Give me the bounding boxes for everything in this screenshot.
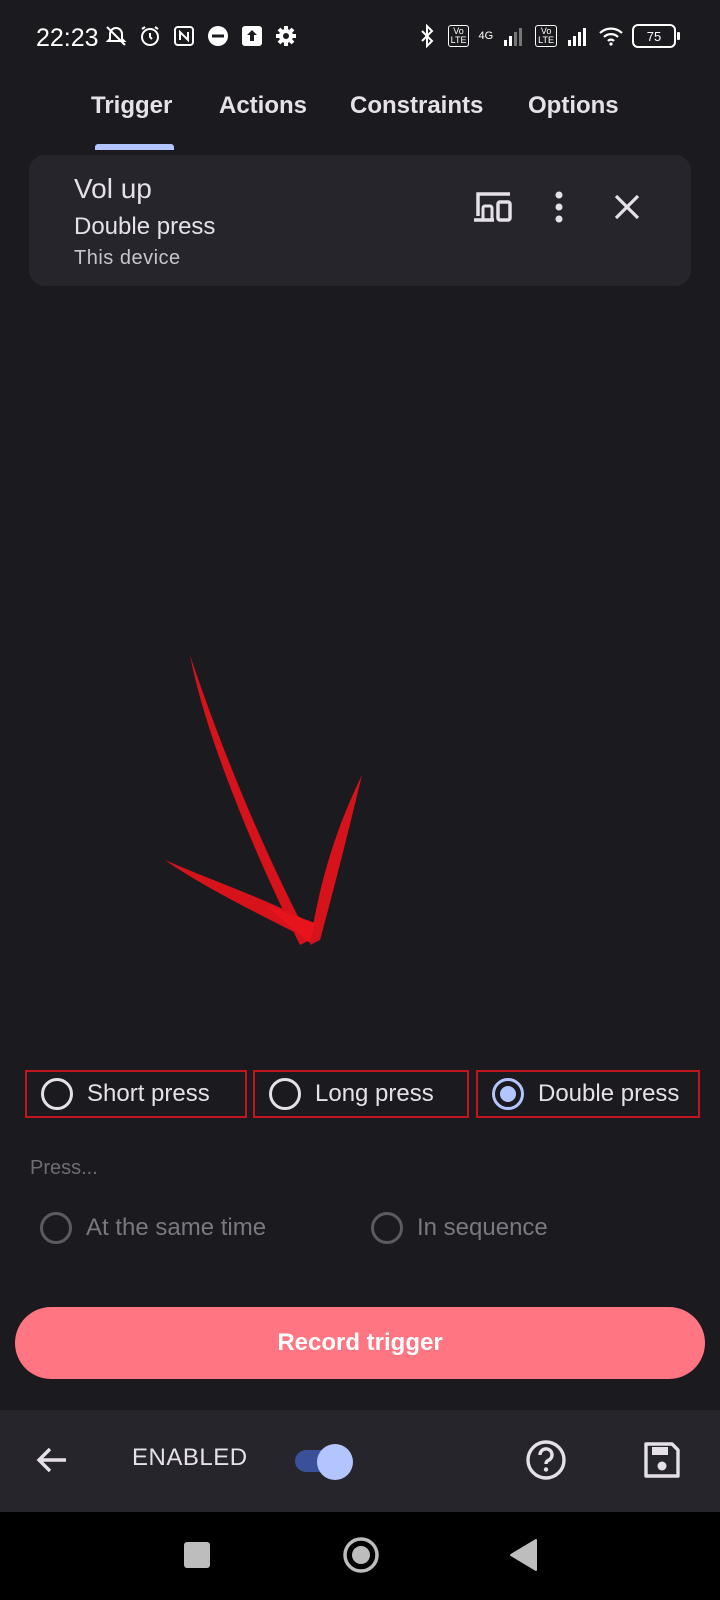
long-press-option[interactable]: Long press: [253, 1070, 469, 1118]
status-icons-left: [104, 24, 298, 48]
settings-gear-icon: [276, 26, 296, 46]
trigger-key-name: Vol up: [74, 173, 152, 204]
help-icon[interactable]: [524, 1438, 568, 1482]
double-press-radio[interactable]: [492, 1078, 524, 1110]
toggle-thumb: [317, 1444, 353, 1480]
wifi-icon: [599, 27, 623, 46]
close-icon: [614, 194, 640, 220]
devices-icon: [474, 192, 512, 222]
trigger-press-type: Double press: [74, 213, 216, 240]
press-mode-heading: Press...: [30, 1157, 98, 1179]
at-same-time-option[interactable]: At the same time: [30, 1208, 266, 1248]
status-bar: 22:23 Vo LTE 4G Vo LTE 75: [0, 0, 720, 80]
short-press-label: Short press: [87, 1080, 210, 1107]
remove-trigger-button[interactable]: [605, 185, 649, 229]
save-icon[interactable]: [640, 1438, 684, 1482]
alarm-off-icon: [105, 26, 127, 46]
double-press-option[interactable]: Double press: [476, 1070, 700, 1118]
bluetooth-icon: [420, 24, 434, 48]
signal-strength-icon: [568, 28, 586, 46]
in-sequence-radio[interactable]: [371, 1212, 403, 1244]
devices-button[interactable]: [471, 185, 515, 229]
short-press-option[interactable]: Short press: [25, 1070, 247, 1118]
at-same-time-label: At the same time: [86, 1214, 267, 1241]
alarm-clock-icon: [141, 26, 159, 46]
tab-options[interactable]: Options: [528, 92, 619, 120]
status-icons-right: Vo LTE 4G Vo LTE 75: [415, 24, 680, 48]
tab-selected-indicator: [95, 144, 174, 150]
nav-back-button[interactable]: [508, 1538, 538, 1572]
nfc-icon: [174, 26, 194, 46]
battery-indicator: 75: [632, 24, 680, 48]
tab-bar: Trigger Actions Constraints Options: [0, 80, 720, 150]
long-press-radio[interactable]: [269, 1078, 301, 1110]
signal-strength-icon: [504, 28, 523, 46]
at-same-time-radio[interactable]: [40, 1212, 72, 1244]
record-trigger-button[interactable]: Record trigger: [15, 1307, 705, 1379]
tab-constraints[interactable]: Constraints: [350, 92, 483, 120]
upload-icon: [242, 26, 262, 46]
annotation-arrow: [165, 655, 362, 945]
short-press-radio[interactable]: [41, 1078, 73, 1110]
in-sequence-label: In sequence: [417, 1214, 548, 1241]
network-type: 4G: [478, 30, 494, 42]
trigger-device: This device: [74, 247, 181, 269]
enabled-toggle[interactable]: [295, 1444, 353, 1480]
back-arrow-icon[interactable]: [32, 1440, 72, 1480]
do-not-disturb-icon: [208, 26, 228, 46]
volte-badge-1: Vo LTE: [447, 25, 470, 47]
long-press-label: Long press: [315, 1080, 434, 1107]
more-vert-icon: [555, 191, 563, 223]
bottom-app-bar: ENABLED: [0, 1410, 720, 1512]
volte-badge-2: Vo LTE: [535, 25, 557, 47]
home-button[interactable]: [342, 1536, 380, 1574]
more-options-button[interactable]: [537, 185, 581, 229]
tab-actions[interactable]: Actions: [219, 92, 307, 120]
recents-button[interactable]: [184, 1542, 210, 1568]
tab-trigger[interactable]: Trigger: [91, 92, 172, 120]
status-time: 22:23: [36, 24, 99, 52]
system-nav-bar: [0, 1512, 720, 1600]
double-press-label: Double press: [538, 1080, 680, 1107]
trigger-card[interactable]: Vol up Double press This device: [29, 155, 691, 286]
in-sequence-option[interactable]: In sequence: [361, 1208, 548, 1248]
enabled-label: ENABLED: [132, 1444, 248, 1471]
